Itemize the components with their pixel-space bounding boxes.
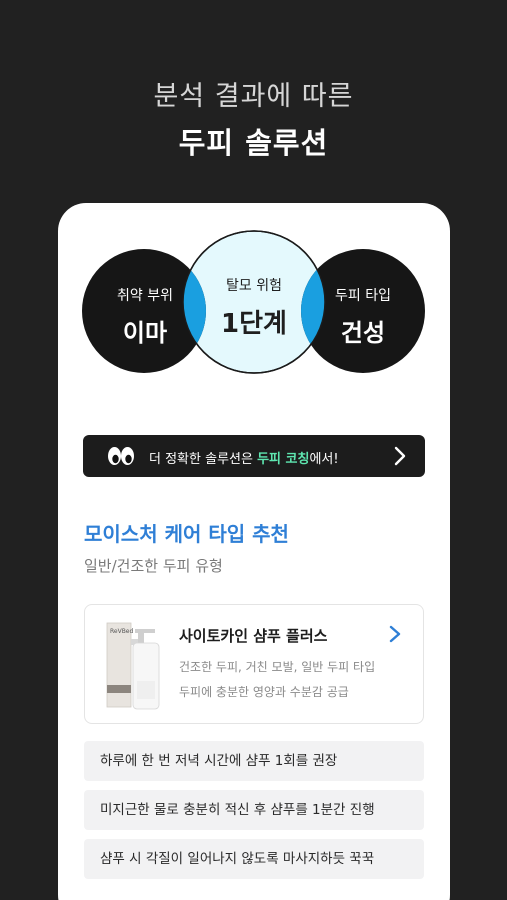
page-title: 두피 솔루션 (178, 126, 329, 160)
chevron-right-icon[interactable] (389, 625, 401, 643)
chevron-right-icon (394, 446, 406, 466)
scalp-type: 두피 타입 건성 (303, 285, 423, 348)
coaching-highlight: 두피 코칭 (257, 452, 310, 467)
weak-area-label: 취약 부위 (117, 288, 173, 304)
coaching-text-before: 더 정확한 솔루션은 (149, 452, 258, 467)
product-brand-text: ReVBed (110, 628, 134, 635)
coaching-text-after: 에서! (309, 452, 339, 467)
header-subtitle: 분석 결과에 따른 (153, 81, 354, 112)
hair-loss-risk-value: 1단계 (221, 309, 287, 339)
product-name: 사이토카인 샴푸 플러스 (179, 627, 328, 645)
coaching-text: 더 정확한 솔루션은 두피 코칭에서! (149, 448, 339, 467)
recommendation-subtitle: 일반/건조한 두피 유형 (84, 557, 223, 575)
scalp-type-value: 건성 (340, 319, 386, 347)
solution-card: 취약 부위 이마 탈모 위험 1단계 두피 타입 건성 더 정확한 솔루션은 두… (58, 203, 450, 900)
product-card[interactable]: ReVBed 사이토카인 샴푸 플러스 건조한 두피, 거친 모발, 일반 두피… (84, 604, 424, 724)
product-description-1: 건조한 두피, 거친 모발, 일반 두피 타입 (179, 660, 376, 674)
hair-loss-risk: 탈모 위험 1단계 (194, 275, 314, 340)
product-description-2: 두피에 충분한 영양과 수분감 공급 (179, 685, 349, 699)
diagnosis-venn: 취약 부위 이마 탈모 위험 1단계 두피 타입 건성 (58, 203, 450, 433)
weak-area: 취약 부위 이마 (85, 285, 205, 348)
tip-item: 샴푸 시 각질이 일어나지 않도록 마사지하듯 꾹꾹 (84, 839, 424, 879)
weak-area-value: 이마 (122, 319, 168, 347)
tip-item: 하루에 한 번 저녁 시간에 샴푸 1회를 권장 (84, 741, 424, 781)
eyes-icon (108, 447, 134, 465)
recommendation-title: 모이스처 케어 타입 추천 (84, 522, 289, 546)
product-image: ReVBed (106, 622, 160, 710)
scalp-type-label: 두피 타입 (335, 288, 391, 304)
tip-item: 미지근한 물로 충분히 적신 후 샴푸를 1분간 진행 (84, 790, 424, 830)
hair-loss-risk-label: 탈모 위험 (226, 278, 282, 294)
scalp-coaching-banner[interactable]: 더 정확한 솔루션은 두피 코칭에서! (83, 435, 425, 477)
